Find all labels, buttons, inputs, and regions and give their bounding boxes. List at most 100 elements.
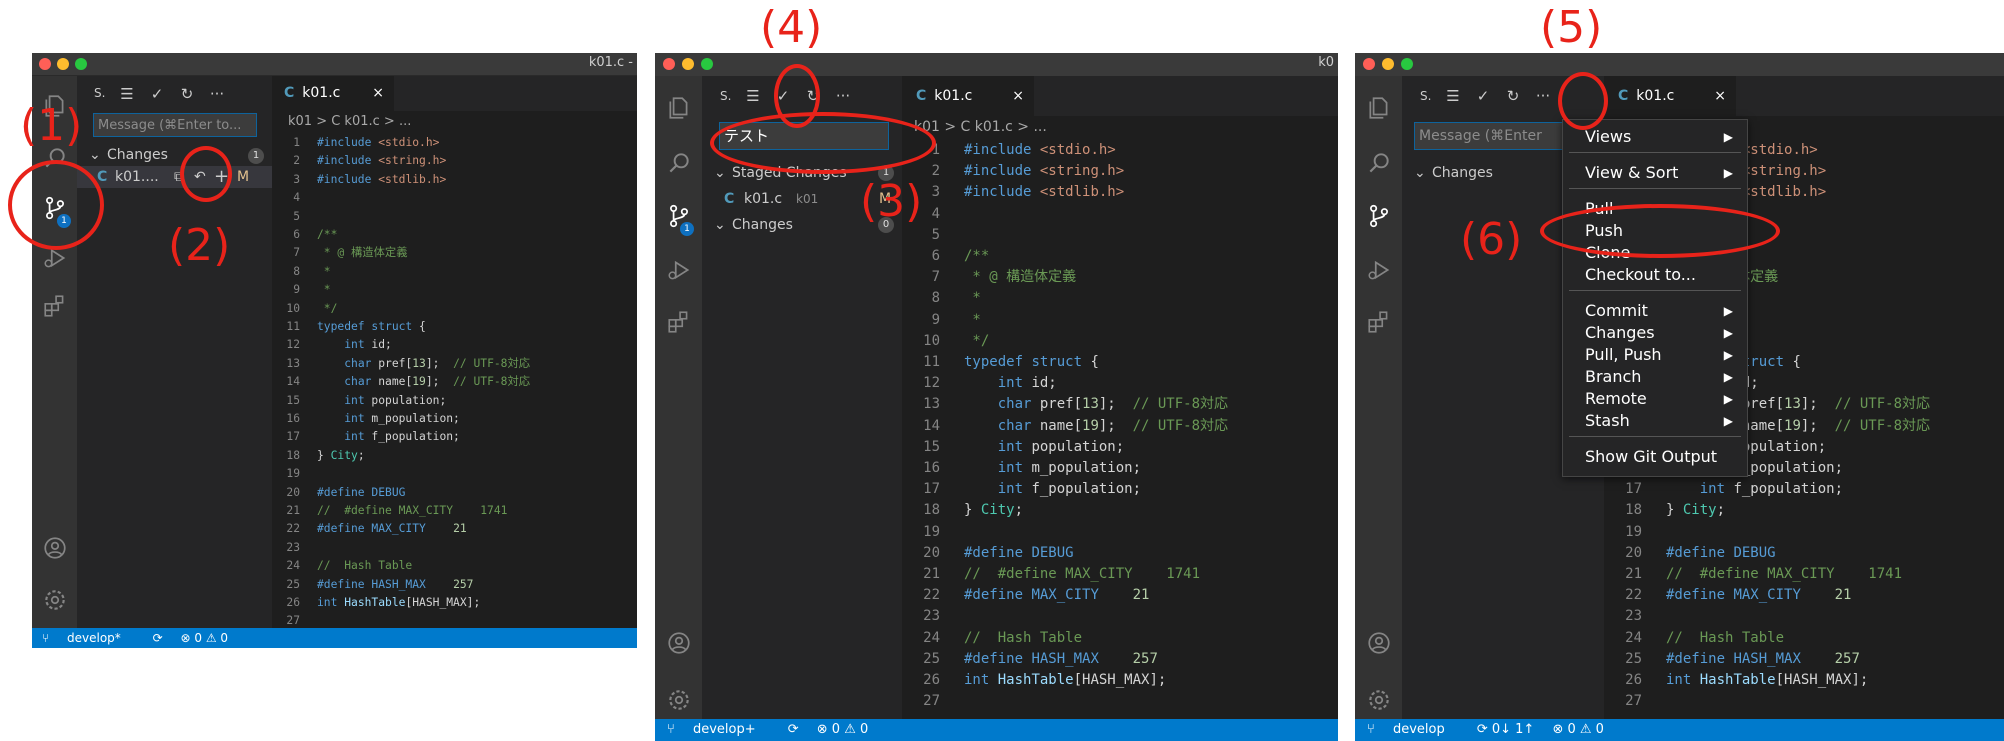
- menu-item-changes[interactable]: Changes ▶: [1563, 322, 1747, 344]
- explorer-icon[interactable]: [1355, 86, 1402, 130]
- breadcrumb[interactable]: k01 > C k01.c > ...: [902, 116, 1338, 138]
- zoom-window-button[interactable]: [1401, 58, 1413, 70]
- tab-k01c[interactable]: Ck01.c ×: [1604, 76, 1736, 116]
- branch-indicator[interactable]: ⑂ develop: [1367, 722, 1459, 737]
- problems-indicator[interactable]: ⊗ 0 ⚠ 0: [1552, 722, 1604, 737]
- minimize-window-button[interactable]: [57, 58, 69, 70]
- account-icon[interactable]: [32, 526, 77, 570]
- tab-k01c[interactable]: Ck01.c ×: [902, 76, 1034, 116]
- breadcrumb[interactable]: k01 > C k01.c > ...: [272, 111, 637, 133]
- problems-indicator[interactable]: ⊗ 0 ⚠ 0: [181, 631, 229, 645]
- extensions-icon[interactable]: [1355, 300, 1402, 344]
- tree-view-icon[interactable]: ☰: [113, 76, 141, 111]
- line-number: 1: [293, 136, 300, 149]
- run-debug-icon[interactable]: [655, 248, 702, 292]
- code-line: *: [317, 264, 331, 278]
- settings-gear-icon[interactable]: [1355, 678, 1402, 722]
- code-line: typedef struct {: [317, 320, 426, 333]
- menu-item-remote[interactable]: Remote ▶: [1563, 388, 1747, 410]
- extensions-icon[interactable]: [655, 300, 702, 344]
- more-icon[interactable]: ···: [829, 76, 857, 116]
- code-line: char pref[13]; // UTF-8対応: [997, 396, 1229, 413]
- submenu-arrow-icon: ▶: [1723, 130, 1733, 144]
- zoom-window-button[interactable]: [75, 58, 87, 70]
- activity-bar: [1355, 76, 1402, 719]
- settings-gear-icon[interactable]: [655, 678, 702, 722]
- tree-view-icon[interactable]: ☰: [1439, 76, 1467, 116]
- zoom-window-button[interactable]: [701, 58, 713, 70]
- branch-indicator[interactable]: ⑂ develop+: [667, 722, 770, 737]
- sync-indicator[interactable]: ⟳: [788, 722, 799, 737]
- more-icon[interactable]: ···: [1529, 76, 1557, 116]
- menu-item-checkout-to[interactable]: Checkout to...: [1563, 264, 1747, 286]
- search-icon[interactable]: [655, 141, 702, 185]
- menu-item-branch[interactable]: Branch ▶: [1563, 366, 1747, 388]
- source-control-sidebar: S. ☰ ✓ ↻ ··· Message (⌘Enter to... ⌄ Cha…: [77, 76, 272, 628]
- changes-label: Changes: [1432, 165, 1493, 181]
- close-icon[interactable]: ×: [1714, 76, 1726, 116]
- annotation-label-1: (1): [20, 100, 83, 151]
- code-line: int m_population;: [997, 460, 1142, 476]
- menu-item-label: Remote: [1585, 389, 1647, 408]
- explorer-icon[interactable]: [655, 86, 702, 130]
- code-line: } City;: [1666, 502, 1726, 519]
- close-icon[interactable]: ×: [372, 76, 384, 111]
- changes-section[interactable]: ⌄ Changes 1: [77, 144, 272, 166]
- run-debug-icon[interactable]: [1355, 248, 1402, 292]
- search-icon[interactable]: [1355, 141, 1402, 185]
- code-line: #define HASH_MAX 257: [964, 650, 1158, 667]
- code-line: // Hash Table: [964, 629, 1083, 646]
- code-line: #define MAX_CITY 21: [964, 587, 1150, 604]
- code-line: int id;: [997, 375, 1057, 392]
- menu-item-pull-push[interactable]: Pull, Push ▶: [1563, 344, 1747, 366]
- problems-indicator[interactable]: ⊗ 0 ⚠ 0: [817, 722, 869, 737]
- tab-k01c[interactable]: Ck01.c ×: [272, 76, 394, 111]
- code-line: int id;: [344, 338, 392, 352]
- tree-view-icon[interactable]: ☰: [739, 76, 767, 116]
- settings-gear-icon[interactable]: [32, 578, 77, 622]
- account-icon[interactable]: [1355, 621, 1402, 665]
- line-number: 25: [923, 650, 940, 667]
- menu-item-views[interactable]: Views ▶: [1563, 126, 1747, 148]
- close-window-button[interactable]: [39, 58, 51, 70]
- code-line: typedef struct {: [964, 354, 1099, 370]
- branch-icon: ⑂: [667, 722, 679, 737]
- source-control-icon[interactable]: 1: [655, 194, 702, 238]
- line-number: 13: [286, 356, 300, 370]
- changed-file-row[interactable]: C k01.... ⧉ ↶ + M: [77, 166, 272, 188]
- code-line: int m_population;: [344, 412, 460, 425]
- minimize-window-button[interactable]: [1382, 58, 1394, 70]
- menu-item-show-git-output[interactable]: Show Git Output: [1563, 446, 1747, 468]
- source-control-icon[interactable]: [1355, 194, 1402, 238]
- sync-indicator[interactable]: ⟳: [153, 631, 163, 645]
- code-line: */: [317, 301, 338, 315]
- code-view[interactable]: 1#include <stdio.h>2#include <string.h>3…: [902, 140, 1338, 719]
- code-line: int HashTable[HASH_MAX];: [1666, 672, 1869, 688]
- refresh-icon[interactable]: ↻: [173, 76, 201, 111]
- close-window-button[interactable]: [1363, 58, 1375, 70]
- account-icon[interactable]: [655, 621, 702, 665]
- menu-item-view-sort[interactable]: View & Sort ▶: [1563, 162, 1747, 184]
- checkmark-icon[interactable]: ✓: [1469, 76, 1497, 116]
- extensions-icon[interactable]: [32, 284, 77, 328]
- menu-item-label: Pull, Push: [1585, 345, 1662, 364]
- sync-indicator[interactable]: ⟳ 0↓ 1↑: [1477, 722, 1534, 737]
- submenu-arrow-icon: ▶: [1723, 348, 1733, 362]
- refresh-icon[interactable]: ↻: [1499, 76, 1527, 116]
- code-line: *: [964, 311, 981, 328]
- close-window-button[interactable]: [663, 58, 675, 70]
- checkmark-icon[interactable]: ✓: [143, 76, 171, 111]
- more-icon[interactable]: ···: [203, 76, 231, 111]
- menu-item-stash[interactable]: Stash ▶: [1563, 410, 1747, 432]
- branch-indicator[interactable]: ⑂ develop*: [42, 631, 135, 645]
- source-control-badge: 1: [680, 222, 694, 236]
- submenu-arrow-icon: ▶: [1723, 326, 1733, 340]
- code-view[interactable]: 1#include <stdio.h>2#include <string.h>3…: [272, 134, 637, 628]
- minimize-window-button[interactable]: [682, 58, 694, 70]
- menu-item-commit[interactable]: Commit ▶: [1563, 300, 1747, 322]
- close-icon[interactable]: ×: [1012, 76, 1024, 116]
- menu-item-label: Stash: [1585, 411, 1630, 430]
- branch-name: develop*: [67, 631, 121, 645]
- annotation-ring-3: [710, 112, 936, 174]
- commit-message-input[interactable]: Message (⌘Enter to...: [93, 113, 257, 137]
